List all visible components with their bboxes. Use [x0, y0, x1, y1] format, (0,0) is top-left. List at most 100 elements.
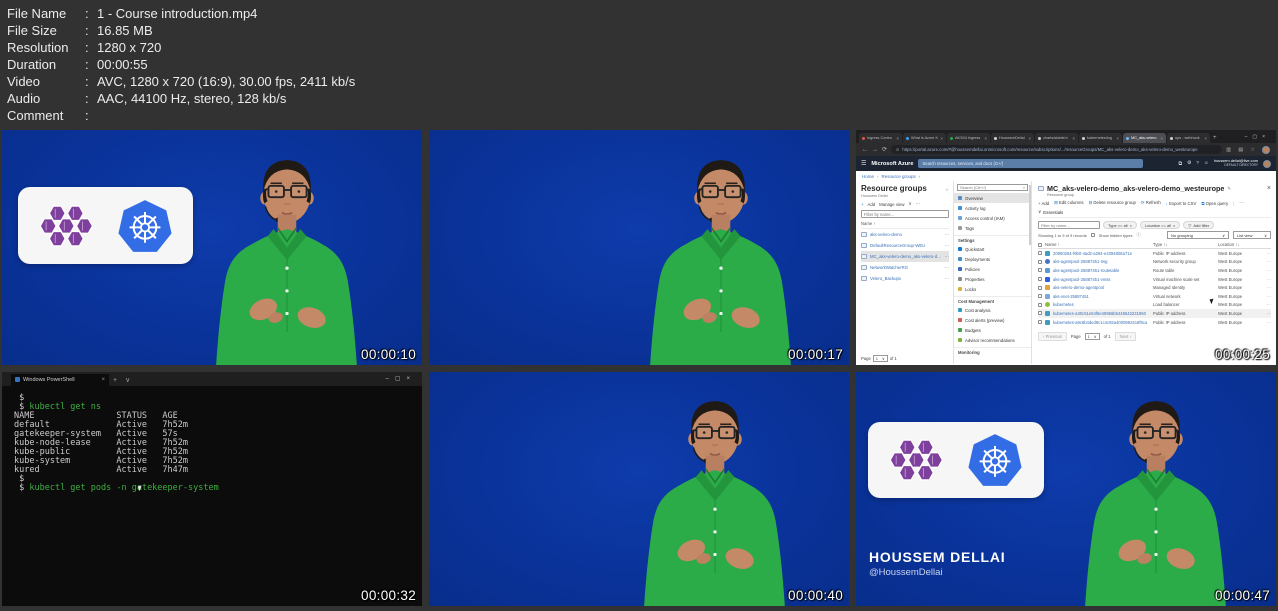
- account-avatar[interactable]: [1263, 159, 1271, 168]
- feedback-icon[interactable]: ☺: [1204, 161, 1209, 166]
- edit-icon[interactable]: ✎: [1227, 186, 1231, 192]
- close-icon[interactable]: ×: [1173, 223, 1175, 228]
- location-column-header[interactable]: Location ↑↓: [1218, 242, 1260, 247]
- menu-item-activity-log[interactable]: Activity log: [954, 203, 1031, 213]
- more-icon[interactable]: ⋯: [945, 232, 950, 238]
- view-dropdown[interactable]: List view ∨: [1233, 231, 1271, 239]
- tab-dropdown-icon[interactable]: ∨: [125, 376, 130, 384]
- manage-view-button[interactable]: Manage view: [879, 202, 904, 207]
- terminal-output[interactable]: $ $ kubectl get ns NAME STATUS AGE defau…: [2, 386, 422, 493]
- grouping-dropdown[interactable]: No grouping ∨: [1167, 231, 1229, 239]
- close-icon[interactable]: ×: [406, 376, 416, 382]
- azure-brand[interactable]: Microsoft Azure: [871, 161, 913, 167]
- browser-tab[interactable]: Ingress Contro ×: [859, 133, 902, 143]
- table-row[interactable]: aks-velero-demo-agentpool Managed Identit…: [1038, 283, 1271, 292]
- blade-search-input[interactable]: Search (Ctrl+/) «: [957, 184, 1028, 191]
- menu-item-overview[interactable]: Overview: [954, 193, 1031, 203]
- breadcrumb-home[interactable]: Home: [862, 174, 874, 179]
- refresh-button[interactable]: Refresh: [1146, 200, 1161, 205]
- more-icon[interactable]: ⋯: [1263, 302, 1271, 307]
- pin-icon[interactable]: ☆: [945, 187, 949, 193]
- show-hidden-checkbox[interactable]: [1090, 233, 1095, 237]
- filter-by-name-input[interactable]: Filter by name...: [1038, 221, 1100, 229]
- next-page-button[interactable]: Next ›: [1114, 332, 1136, 342]
- browser-tab[interactable]: What is Azure K ×: [903, 133, 946, 143]
- row-checkbox[interactable]: [1038, 294, 1042, 299]
- help-icon[interactable]: ?: [1196, 161, 1199, 166]
- minimize-icon[interactable]: –: [385, 376, 394, 382]
- more-commands-icon[interactable]: ⋯: [1239, 200, 1243, 206]
- close-icon[interactable]: ×: [1072, 136, 1075, 141]
- resource-group-item[interactable]: NetworkWatcherRG ⋯: [861, 262, 949, 273]
- more-icon[interactable]: ⋯: [1263, 259, 1271, 264]
- menu-item-quickstart[interactable]: Quickstart: [954, 244, 1031, 254]
- menu-item-cost-alerts[interactable]: Cost alerts (preview): [954, 315, 1031, 325]
- more-icon[interactable]: ⋯: [1263, 285, 1271, 290]
- menu-item-policies[interactable]: Policies: [954, 264, 1031, 274]
- browser-tab[interactable]: ops - webhook ×: [1167, 133, 1210, 143]
- table-row[interactable]: kubernetes Load balancer West Europe ⋯: [1038, 301, 1271, 310]
- more-icon[interactable]: ⋯: [945, 265, 950, 271]
- page-select[interactable]: 1 ∨: [872, 355, 888, 362]
- close-icon[interactable]: ×: [940, 136, 943, 141]
- cloud-shell-icon[interactable]: ⧉: [1179, 161, 1182, 167]
- add-button[interactable]: Add: [1041, 201, 1049, 206]
- breadcrumb-resource-groups[interactable]: Resource groups: [882, 174, 916, 179]
- name-column-header[interactable]: Name ↑: [1045, 242, 1150, 247]
- browser-tab[interactable]: kubernetes/ing ×: [1079, 133, 1122, 143]
- table-row[interactable]: aks-agentpool-25887451-routetable Route t…: [1038, 266, 1271, 275]
- close-icon[interactable]: ×: [1160, 136, 1163, 141]
- select-all-checkbox[interactable]: [1038, 242, 1042, 247]
- table-row[interactable]: aks-vnet-25887451 Virtual network West Eur…: [1038, 292, 1271, 301]
- terminal-tab[interactable]: Windows PowerShell ×: [11, 373, 109, 386]
- more-icon[interactable]: ⋯: [945, 276, 950, 282]
- more-icon[interactable]: ⋯: [945, 243, 950, 249]
- table-row[interactable]: 20950264-f9b0-4ad2-a284-e4394806a71e Publ…: [1038, 249, 1271, 258]
- add-button[interactable]: Add: [868, 202, 876, 207]
- location-filter-pill[interactable]: Location == all ×: [1139, 221, 1181, 229]
- back-icon[interactable]: ←: [862, 147, 868, 153]
- collapse-icon[interactable]: «: [1023, 185, 1025, 190]
- filter-by-name-input[interactable]: Filter by name...: [861, 210, 949, 218]
- browser-tab[interactable]: charts/stable/n ×: [1035, 133, 1078, 143]
- new-tab-button[interactable]: +: [113, 377, 117, 384]
- more-icon[interactable]: ⋯: [945, 254, 950, 260]
- window-controls[interactable]: –▢×: [385, 375, 422, 382]
- close-icon[interactable]: ×: [1028, 136, 1031, 141]
- browser-profile-avatar[interactable]: [1262, 145, 1270, 154]
- azure-header-icons[interactable]: ⧉ ⚙ ? ☺ houssem.dellai@live.com DEFAULT …: [1179, 158, 1271, 168]
- menu-item-advisor[interactable]: Advisor recommendations: [954, 335, 1031, 345]
- add-icon[interactable]: +: [861, 202, 864, 207]
- row-checkbox[interactable]: [1038, 277, 1042, 282]
- more-icon[interactable]: ⋯: [1263, 277, 1271, 282]
- close-tab-icon[interactable]: ×: [101, 377, 105, 383]
- new-tab-button[interactable]: +: [1213, 135, 1217, 141]
- row-checkbox[interactable]: [1038, 259, 1042, 264]
- more-icon[interactable]: ⋯: [1263, 268, 1271, 273]
- browser-tab-active[interactable]: MC_aks-velero ×: [1123, 133, 1166, 143]
- previous-page-button[interactable]: ‹ Previous: [1038, 332, 1067, 342]
- name-column-header[interactable]: Name ↑: [861, 221, 949, 229]
- edit-columns-button[interactable]: Edit columns: [1059, 200, 1084, 205]
- maximize-icon[interactable]: ▢: [395, 376, 407, 382]
- type-filter-pill[interactable]: Type == all ×: [1103, 221, 1137, 229]
- menu-item-deployments[interactable]: Deployments: [954, 254, 1031, 264]
- chevron-down-icon[interactable]: ∨: [909, 201, 912, 207]
- maximize-icon[interactable]: ▢: [1252, 134, 1262, 140]
- more-icon[interactable]: ⋯: [1263, 251, 1271, 256]
- menu-item-budgets[interactable]: Budgets: [954, 325, 1031, 335]
- export-csv-button[interactable]: Export to CSV: [1169, 201, 1196, 206]
- row-checkbox[interactable]: [1038, 302, 1042, 307]
- resource-group-item[interactable]: aks-velero-demo ⋯: [861, 229, 949, 240]
- gear-icon[interactable]: ⚙: [1187, 161, 1191, 166]
- row-checkbox[interactable]: [1038, 311, 1042, 316]
- close-icon[interactable]: ×: [1116, 136, 1119, 141]
- menu-item-locks[interactable]: Locks: [954, 284, 1031, 294]
- table-row[interactable]: kubernetes-a9c8b4ded9c1c4c92a4000992418f…: [1038, 318, 1271, 327]
- refresh-icon[interactable]: ⟳: [882, 146, 887, 153]
- menu-item-access-control[interactable]: Access control (IAM): [954, 213, 1031, 223]
- essentials-toggle[interactable]: ∨ Essentials: [1038, 208, 1271, 218]
- table-row[interactable]: aks-agentpool-25887451-vmss Virtual machi…: [1038, 275, 1271, 284]
- window-controls[interactable]: –▢×: [1245, 134, 1273, 140]
- resource-group-item-selected[interactable]: MC_aks-velero-demo_aks-velero-demo ⋯: [861, 251, 949, 262]
